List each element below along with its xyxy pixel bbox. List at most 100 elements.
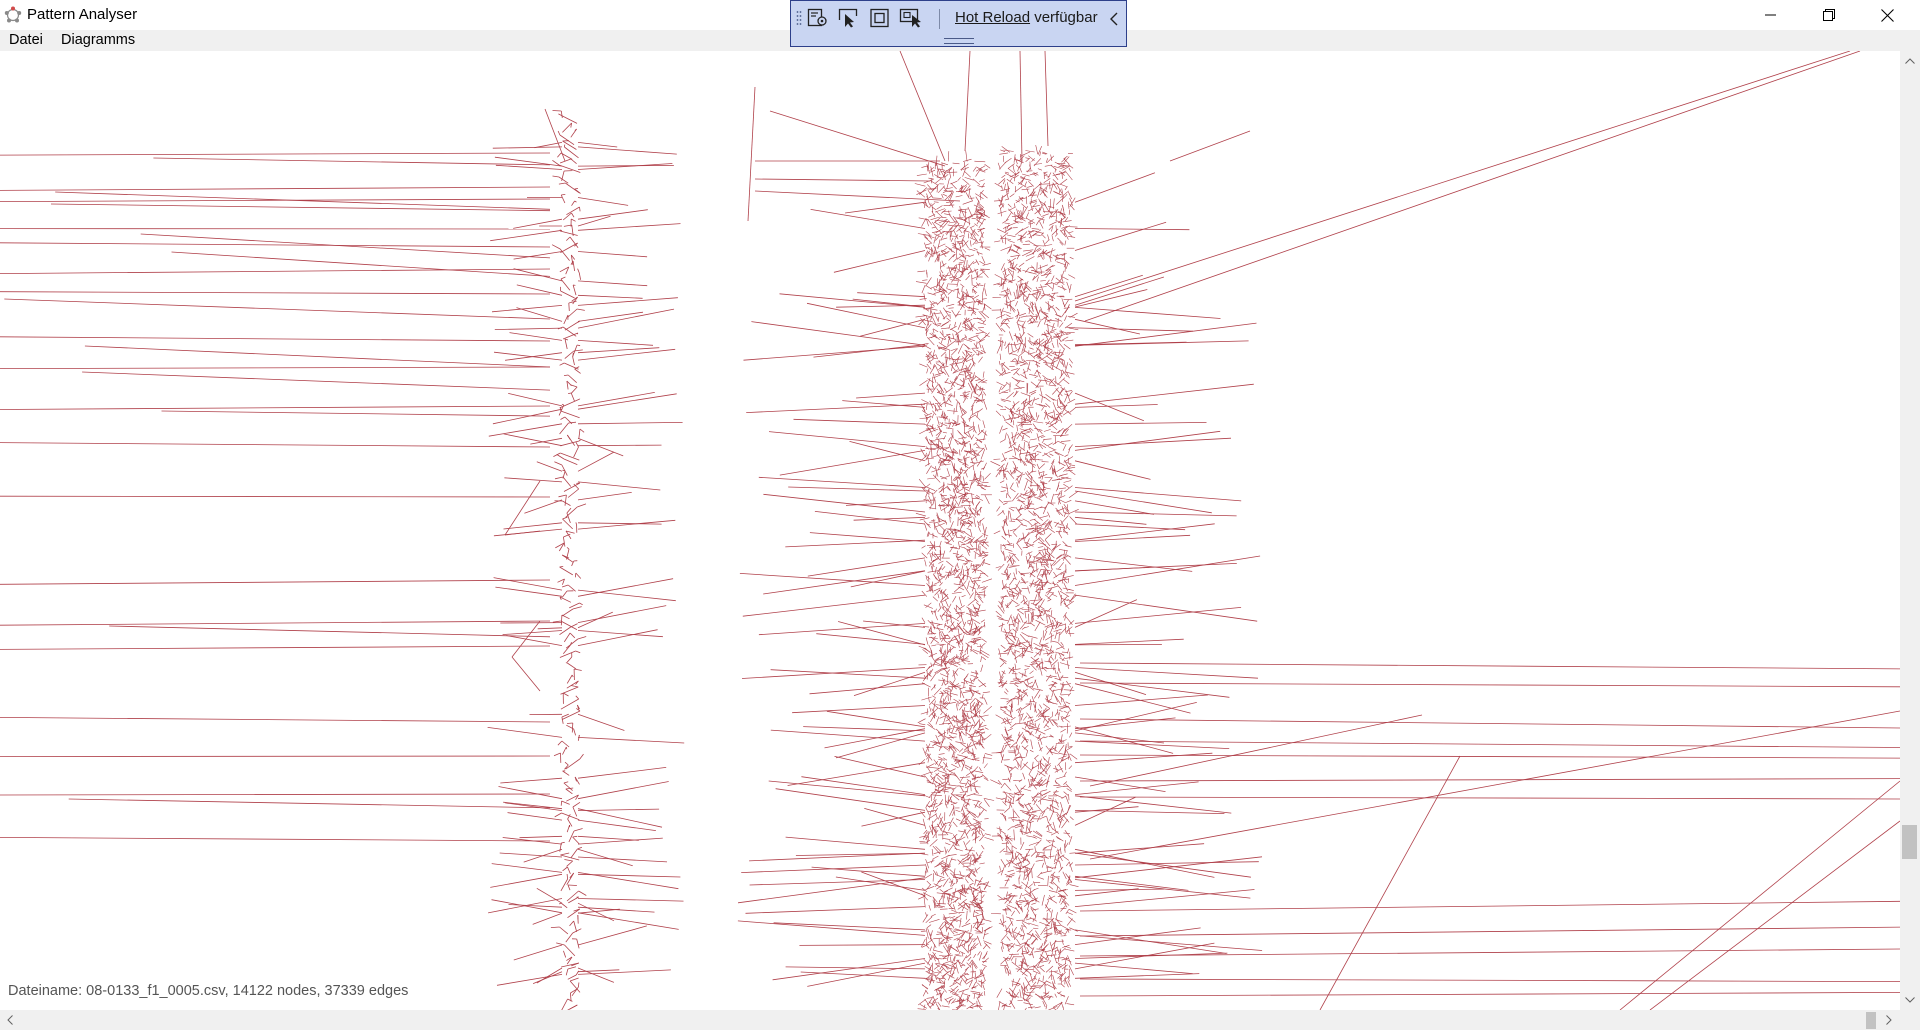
graph-edge (564, 859, 573, 862)
maximize-button[interactable] (1800, 0, 1858, 30)
graph-edge (959, 979, 963, 985)
graph-edge (958, 575, 964, 586)
graph-edge (973, 318, 982, 320)
graph-edge (975, 331, 984, 335)
graph-edge (995, 369, 1003, 377)
graph-edge (982, 754, 985, 764)
close-button[interactable] (1858, 0, 1916, 30)
graph-edge (1043, 933, 1049, 944)
graph-edge (935, 471, 938, 478)
graph-edge (1046, 155, 1055, 164)
graph-edge (946, 669, 951, 674)
graph-edge (980, 649, 990, 656)
graph-edge (974, 614, 979, 617)
graph-edge (944, 422, 951, 424)
graph-edge (1035, 859, 1044, 862)
graph-edge (1024, 994, 1033, 997)
graph-edge (1021, 922, 1028, 929)
graph-edge (945, 387, 953, 394)
graph-edge (1055, 775, 1066, 780)
graph-edge (1021, 672, 1024, 678)
minimize-button[interactable] (1742, 0, 1800, 30)
graph-edge (971, 981, 977, 990)
graph-edge (1052, 881, 1061, 889)
graph-edge (964, 820, 972, 830)
graph-edge (938, 707, 947, 716)
graph-edge (966, 962, 972, 968)
graph-edge (1000, 622, 1004, 632)
graph-edge (1064, 315, 1067, 322)
graph-edge (565, 758, 581, 770)
graph-edge (1001, 680, 1008, 688)
menu-datei[interactable]: Datei (8, 32, 44, 48)
graph-edge (958, 762, 961, 768)
graph-edge (0, 442, 551, 448)
graph-edge (968, 363, 975, 373)
graph-edge (1009, 520, 1016, 522)
graph-edge (961, 730, 965, 736)
graph-edge (1000, 941, 1010, 947)
graph-edge (963, 993, 971, 997)
graph-edge (1023, 249, 1034, 252)
graph-edge (939, 692, 947, 694)
graph-edge (925, 486, 936, 491)
graph-canvas[interactable] (0, 51, 1900, 1010)
menu-diagramms[interactable]: Diagramms (60, 32, 136, 48)
graph-edge (939, 582, 943, 587)
graph-edge (506, 635, 563, 646)
graph-edge (957, 177, 961, 181)
graph-edge (946, 288, 955, 292)
graph-edge (931, 230, 940, 234)
graph-edge (577, 737, 685, 744)
graph-edge (1063, 771, 1067, 777)
graph-edge (940, 351, 947, 357)
graph-edge (1038, 286, 1047, 288)
graph-edge (936, 448, 939, 454)
graph-edge (1015, 472, 1024, 481)
graph-edge (930, 913, 936, 917)
graph-edge (932, 794, 942, 796)
graph-edge (577, 589, 676, 602)
graph-edge (970, 310, 974, 316)
graph-edge (1002, 914, 1004, 924)
graph-edge (1000, 596, 1009, 598)
graph-edge (1006, 936, 1011, 941)
graph-edge (932, 535, 938, 538)
graph-edge (998, 360, 1001, 366)
graph-edge (951, 717, 956, 723)
graph-edge (1039, 430, 1043, 435)
graph-edge (981, 256, 986, 264)
graph-edge (1017, 983, 1021, 987)
graph-edge (975, 437, 983, 444)
graph-edge (577, 308, 675, 329)
graph-edge (976, 447, 984, 449)
graph-edge (934, 402, 942, 404)
graph-edge (1031, 868, 1033, 879)
graph-edge (977, 429, 984, 436)
graph-edge (939, 252, 949, 256)
graph-edge (924, 523, 928, 531)
graph-edge (1028, 778, 1031, 788)
graph-edge (1001, 934, 1008, 941)
graph-edge (979, 886, 982, 895)
graph-edge (930, 684, 937, 691)
graph-edge (936, 885, 943, 890)
graph-edge (1059, 371, 1065, 379)
graph-edge (1001, 400, 1006, 402)
graph-edge (922, 202, 929, 208)
graph-edge (969, 543, 973, 548)
graph-edge (1049, 626, 1054, 635)
graph-edge (504, 530, 541, 536)
graph-edge (978, 591, 985, 594)
graph-edge (1009, 578, 1015, 586)
graph-edge (949, 661, 961, 666)
graph-edge (979, 952, 983, 961)
graph-edge (927, 570, 939, 573)
graph-edge (1059, 178, 1068, 185)
graph-edge (957, 268, 964, 275)
graph-edge (920, 772, 930, 777)
graph-edge (68, 798, 551, 809)
graph-edge (1053, 307, 1058, 315)
graph-edge (984, 163, 991, 169)
graph-edge (933, 235, 937, 244)
